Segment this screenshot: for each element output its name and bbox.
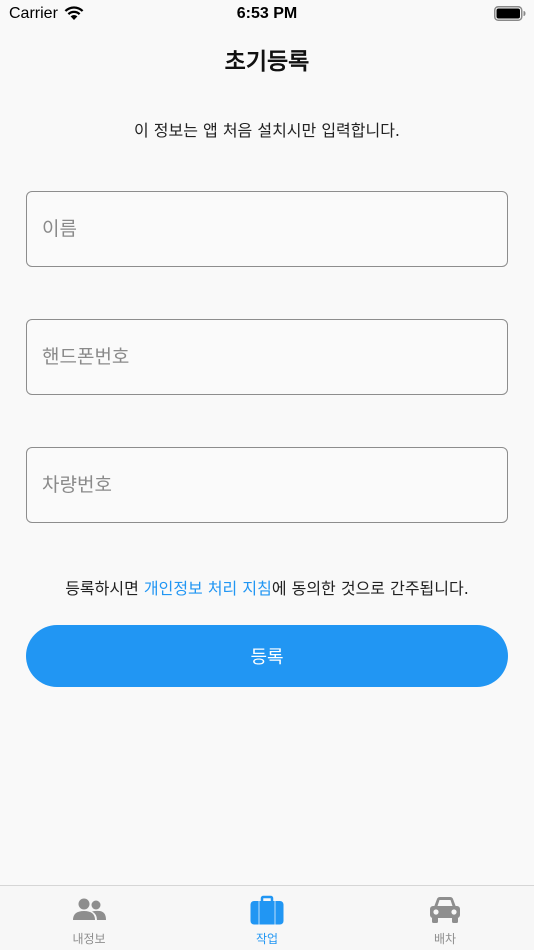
consent-text: 등록하시면 개인정보 처리 지침에 동의한 것으로 간주됩니다. <box>0 575 534 599</box>
phone-input[interactable] <box>26 319 508 395</box>
briefcase-icon <box>250 895 284 925</box>
tab-label: 배차 <box>433 932 457 946</box>
status-time: 6:53 PM <box>236 5 298 22</box>
tab-dispatch[interactable]: 배차 <box>356 886 534 950</box>
people-icon <box>73 898 106 920</box>
tab-my-info[interactable]: 내정보 <box>0 886 178 950</box>
privacy-policy-link[interactable]: 개인정보 처리 지침 <box>144 579 272 598</box>
car-number-input[interactable] <box>26 447 508 523</box>
tab-label: 작업 <box>255 932 279 946</box>
screen: Carrier 6:53 PM 초기등록 이 정보는 앱 처음 설치시만 입력합… <box>0 0 534 950</box>
tab-work[interactable]: 작업 <box>178 886 356 950</box>
consent-prefix: 등록하시면 <box>65 579 144 598</box>
page-subtitle: 이 정보는 앱 처음 설치시만 입력합니다. <box>133 121 401 140</box>
car-icon <box>430 897 460 923</box>
tab-bar: 내정보 작업 배차 <box>0 885 534 950</box>
battery-icon <box>494 6 526 21</box>
consent-suffix: 에 동의한 것으로 간주됩니다. <box>271 579 469 598</box>
status-bar: Carrier 6:53 PM <box>0 0 534 28</box>
page-title: 초기등록 <box>224 49 310 75</box>
name-input[interactable] <box>26 191 508 267</box>
register-button[interactable]: 등록 <box>26 625 508 687</box>
tab-label: 내정보 <box>72 932 106 946</box>
